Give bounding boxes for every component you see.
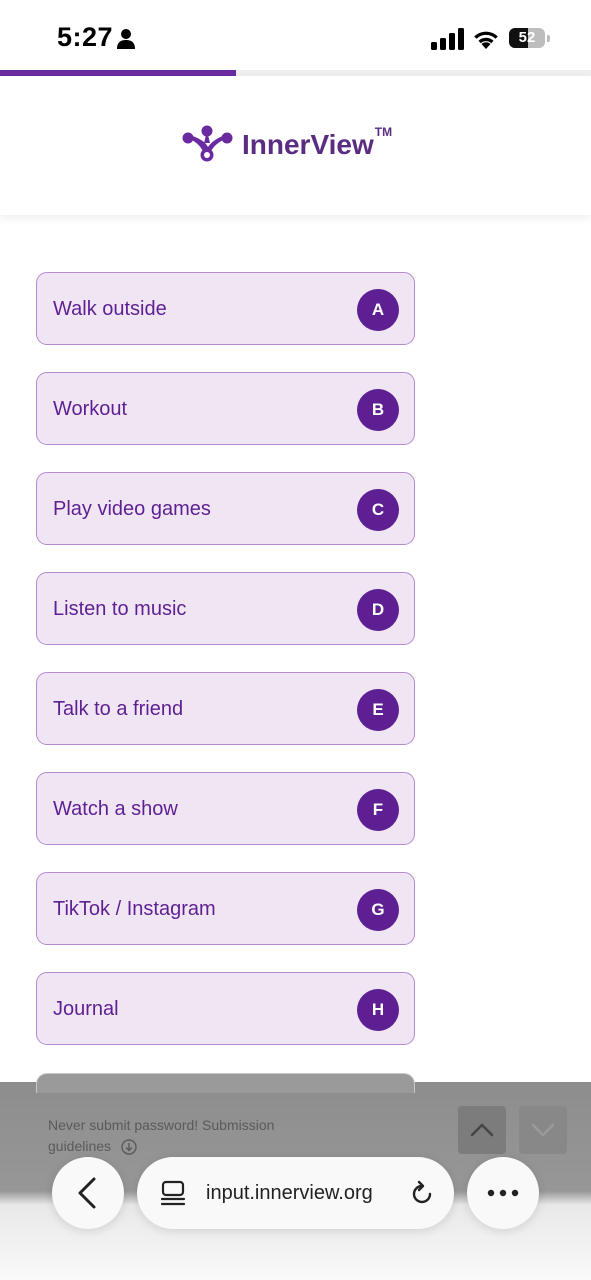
more-icon [487,1189,519,1197]
option-key-badge: H [357,989,399,1031]
option-tiktok-instagram[interactable]: TikTok / Instagram G [36,872,415,945]
submission-notice[interactable]: Never submit password! Submission guidel… [48,1115,308,1157]
chevron-down-icon [531,1123,555,1137]
option-key-badge: G [357,889,399,931]
option-label: Walk outside [53,298,167,320]
cellular-signal-icon [431,28,464,50]
option-key-badge: B [357,389,399,431]
previous-question-button[interactable] [458,1106,506,1154]
logo: InnerViewTM [182,125,392,165]
person-icon [117,29,135,49]
status-bar: 5:27 52 [0,0,591,70]
trademark: TM [374,125,393,139]
innerview-logo-icon [182,125,233,162]
option-key-badge: E [357,689,399,731]
option-listen-to-music[interactable]: Listen to music D [36,572,415,645]
option-label: Workout [53,398,128,420]
logo-text: InnerViewTM [242,125,393,160]
option-label: Talk to a friend [53,698,184,720]
battery-level: 52 [518,29,536,46]
next-question-button[interactable] [519,1106,567,1154]
option-partially-hidden[interactable] [36,1073,415,1093]
option-play-video-games[interactable]: Play video games C [36,472,415,545]
option-key-badge: F [357,789,399,831]
back-icon [78,1177,96,1209]
option-label: TikTok / Instagram [53,898,216,920]
download-icon [121,1139,137,1155]
site-settings-icon[interactable] [159,1179,187,1207]
reload-icon[interactable] [409,1180,435,1206]
option-walk-outside[interactable]: Walk outside A [36,272,415,345]
option-label: Play video games [53,498,211,520]
browser-back-button[interactable] [52,1157,124,1229]
chevron-up-icon [470,1123,494,1137]
battery-icon: 52 [509,28,551,50]
url-text: input.innerview.org [206,1182,373,1204]
option-label: Journal [53,998,119,1020]
option-watch-a-show[interactable]: Watch a show F [36,772,415,845]
option-label: Watch a show [53,798,178,820]
option-journal[interactable]: Journal H [36,972,415,1045]
option-key-badge: D [357,589,399,631]
option-key-badge: A [357,289,399,331]
browser-more-button[interactable] [467,1157,539,1229]
option-label: Listen to music [53,598,187,620]
option-workout[interactable]: Workout B [36,372,415,445]
status-time: 5:27 [57,22,114,52]
app-header: InnerViewTM [0,76,591,215]
browser-address-bar[interactable]: input.innerview.org [137,1157,454,1229]
notice-text: Never submit password! Submission guidel… [48,1117,275,1154]
option-talk-to-a-friend[interactable]: Talk to a friend E [36,672,415,745]
option-key-badge: C [357,489,399,531]
wifi-icon [474,31,498,49]
